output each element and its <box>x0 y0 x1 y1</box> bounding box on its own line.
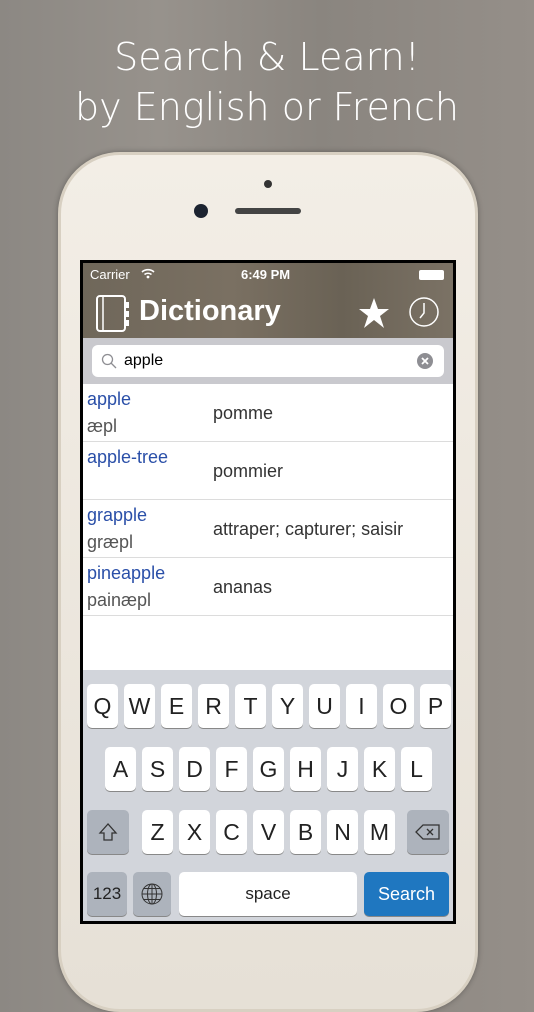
screen: Carrier 6:49 PM Dictionary apple apple æ… <box>80 260 456 924</box>
key-e[interactable]: E <box>161 684 192 728</box>
result-word: pineapple <box>87 563 166 583</box>
key-a[interactable]: A <box>105 747 136 791</box>
carrier: Carrier <box>90 267 130 282</box>
key-y[interactable]: Y <box>272 684 303 728</box>
key-g[interactable]: G <box>253 747 284 791</box>
key-k[interactable]: K <box>364 747 395 791</box>
clear-icon[interactable] <box>417 353 433 369</box>
result-phonetic: æpl <box>87 416 118 436</box>
globe-key[interactable] <box>133 872 171 916</box>
result-phonetic: græpl <box>87 532 134 552</box>
battery-icon <box>419 270 444 280</box>
key-j[interactable]: J <box>327 747 358 791</box>
key-t[interactable]: T <box>235 684 266 728</box>
speaker <box>235 208 301 214</box>
page-title: Dictionary <box>139 295 281 327</box>
wifi-icon <box>141 268 155 279</box>
key-u[interactable]: U <box>309 684 340 728</box>
key-f[interactable]: F <box>216 747 247 791</box>
backspace-icon <box>415 824 440 840</box>
backspace-key[interactable] <box>407 810 449 854</box>
result-row[interactable]: apple-tree pommier <box>83 442 453 500</box>
search-value: apple <box>124 352 164 369</box>
headline-line2: by English or French <box>75 85 459 129</box>
search-icon <box>101 353 117 369</box>
keyboard: 123 space Search QWERTYUIOP ASDFGHJKL ZXCV… <box>83 670 453 921</box>
key-q[interactable]: Q <box>87 684 118 728</box>
key-i[interactable]: I <box>346 684 377 728</box>
result-translation: attraper; capturer; saisir <box>213 519 404 539</box>
key-o[interactable]: O <box>383 684 414 728</box>
sensor <box>264 180 272 188</box>
key-l[interactable]: L <box>401 747 432 791</box>
key-z[interactable]: Z <box>142 810 173 854</box>
search-input[interactable]: apple <box>92 345 444 377</box>
key-s[interactable]: S <box>142 747 173 791</box>
key-m[interactable]: M <box>364 810 395 854</box>
numbers-key[interactable]: 123 <box>87 872 127 916</box>
result-word: apple-tree <box>87 447 169 467</box>
result-translation: ananas <box>213 577 273 597</box>
key-c[interactable]: C <box>216 810 247 854</box>
key-w[interactable]: W <box>124 684 155 728</box>
key-p[interactable]: P <box>420 684 451 728</box>
search-key[interactable]: Search <box>364 872 449 916</box>
key-d[interactable]: D <box>179 747 210 791</box>
search-bar: apple <box>83 338 453 384</box>
key-x[interactable]: X <box>179 810 210 854</box>
key-v[interactable]: V <box>253 810 284 854</box>
clock-icon[interactable] <box>408 296 440 328</box>
result-word: apple <box>87 389 132 409</box>
key-h[interactable]: H <box>290 747 321 791</box>
star-icon[interactable] <box>358 297 390 329</box>
nav-bar: Carrier 6:49 PM Dictionary <box>83 263 453 338</box>
result-translation: pommier <box>213 461 284 481</box>
headline-line1: Search & Learn! <box>114 35 420 79</box>
globe-icon <box>141 883 163 905</box>
result-phonetic: painæpl <box>87 590 152 610</box>
book-icon <box>96 295 129 332</box>
space-key[interactable]: space <box>179 872 357 916</box>
result-row[interactable]: pineapple painæpl ananas <box>83 558 453 616</box>
status-time: 6:49 PM <box>241 267 291 282</box>
result-translation: pomme <box>213 403 274 423</box>
shift-icon <box>98 823 118 841</box>
result-word: grapple <box>87 505 148 525</box>
result-row[interactable]: apple æpl pomme <box>83 384 453 442</box>
key-r[interactable]: R <box>198 684 229 728</box>
result-row[interactable]: grapple græpl attraper; capturer; saisir <box>83 500 453 558</box>
key-b[interactable]: B <box>290 810 321 854</box>
camera <box>194 204 208 218</box>
key-n[interactable]: N <box>327 810 358 854</box>
shift-key[interactable] <box>87 810 129 854</box>
